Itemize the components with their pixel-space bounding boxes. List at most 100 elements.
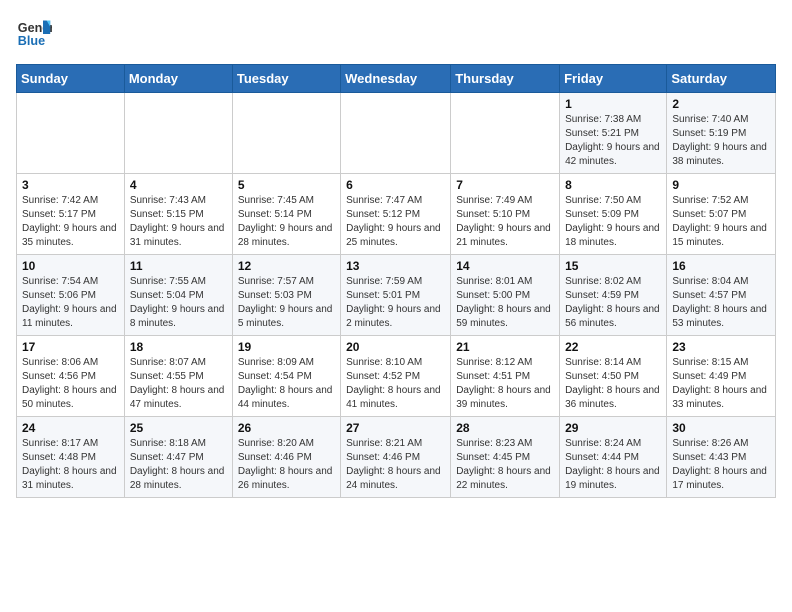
day-info: Sunrise: 8:14 AM Sunset: 4:50 PM Dayligh… xyxy=(565,356,661,412)
calendar-week-row: 1Sunrise: 7:38 AM Sunset: 5:21 PM Daylig… xyxy=(17,93,776,174)
calendar-cell: 8 Sunrise: 7:50 AM Sunset: 5:09 PM Daylig… xyxy=(560,174,667,255)
calendar-cell: 7 Sunrise: 7:49 AM Sunset: 5:10 PM Daylig… xyxy=(451,174,560,255)
day-number: 23 xyxy=(672,340,770,354)
day-info: Sunrise: 8:18 AM Sunset: 4:47 PM Dayligh… xyxy=(130,437,227,493)
calendar-cell: 29 Sunrise: 8:24 AM Sunset: 4:44 PM Dayli… xyxy=(560,417,667,498)
calendar-cell: 22Sunrise: 8:14 AM Sunset: 4:50 PM Dayli… xyxy=(560,336,667,417)
calendar-cell: 15 Sunrise: 8:02 AM Sunset: 4:59 PM Dayli… xyxy=(560,255,667,336)
header-monday: Monday xyxy=(124,65,232,93)
day-info: Sunrise: 8:24 AM Sunset: 4:44 PM Dayligh… xyxy=(565,437,661,493)
day-number: 30 xyxy=(672,421,770,435)
calendar-cell: 10Sunrise: 7:54 AM Sunset: 5:06 PM Dayli… xyxy=(17,255,125,336)
day-info: Sunrise: 8:17 AM Sunset: 4:48 PM Dayligh… xyxy=(22,437,119,493)
calendar-cell xyxy=(451,93,560,174)
day-number: 28 xyxy=(456,421,554,435)
calendar-cell: 20 Sunrise: 8:10 AM Sunset: 4:52 PM Dayli… xyxy=(341,336,451,417)
calendar-cell: 16 Sunrise: 8:04 AM Sunset: 4:57 PM Dayli… xyxy=(667,255,776,336)
day-info: Sunrise: 8:01 AM Sunset: 5:00 PM Dayligh… xyxy=(456,275,554,331)
calendar-cell: 11Sunrise: 7:55 AM Sunset: 5:04 PM Dayli… xyxy=(124,255,232,336)
day-info: Sunrise: 8:12 AM Sunset: 4:51 PM Dayligh… xyxy=(456,356,554,412)
logo-icon: General Blue xyxy=(16,16,52,52)
calendar-table: SundayMondayTuesdayWednesdayThursdayFrid… xyxy=(16,64,776,498)
day-info: Sunrise: 7:49 AM Sunset: 5:10 PM Dayligh… xyxy=(456,194,554,250)
day-number: 15 xyxy=(565,259,661,273)
day-number: 7 xyxy=(456,178,554,192)
day-number: 3 xyxy=(22,178,119,192)
calendar-cell xyxy=(232,93,340,174)
day-info: Sunrise: 8:26 AM Sunset: 4:43 PM Dayligh… xyxy=(672,437,770,493)
calendar-cell: 12 Sunrise: 7:57 AM Sunset: 5:03 PM Dayli… xyxy=(232,255,340,336)
day-info: Sunrise: 7:50 AM Sunset: 5:09 PM Dayligh… xyxy=(565,194,661,250)
day-number: 21 xyxy=(456,340,554,354)
calendar-cell: 18 Sunrise: 8:07 AM Sunset: 4:55 PM Dayli… xyxy=(124,336,232,417)
calendar-week-row: 3 Sunrise: 7:42 AM Sunset: 5:17 PM Daylig… xyxy=(17,174,776,255)
page-header: General Blue xyxy=(16,16,776,52)
day-info: Sunrise: 7:42 AM Sunset: 5:17 PM Dayligh… xyxy=(22,194,119,250)
calendar-cell: 14 Sunrise: 8:01 AM Sunset: 5:00 PM Dayli… xyxy=(451,255,560,336)
day-info: Sunrise: 7:59 AM Sunset: 5:01 PM Dayligh… xyxy=(346,275,445,331)
calendar-cell: 6 Sunrise: 7:47 AM Sunset: 5:12 PM Daylig… xyxy=(341,174,451,255)
calendar-cell: 28 Sunrise: 8:23 AM Sunset: 4:45 PM Dayli… xyxy=(451,417,560,498)
day-info: Sunrise: 7:47 AM Sunset: 5:12 PM Dayligh… xyxy=(346,194,445,250)
day-number: 12 xyxy=(238,259,335,273)
calendar-cell: 24 Sunrise: 8:17 AM Sunset: 4:48 PM Dayli… xyxy=(17,417,125,498)
day-number: 18 xyxy=(130,340,227,354)
day-number: 20 xyxy=(346,340,445,354)
day-number: 8 xyxy=(565,178,661,192)
header-friday: Friday xyxy=(560,65,667,93)
day-number: 5 xyxy=(238,178,335,192)
calendar-header-row: SundayMondayTuesdayWednesdayThursdayFrid… xyxy=(17,65,776,93)
calendar-cell xyxy=(341,93,451,174)
day-info: Sunrise: 7:52 AM Sunset: 5:07 PM Dayligh… xyxy=(672,194,770,250)
day-info: Sunrise: 8:21 AM Sunset: 4:46 PM Dayligh… xyxy=(346,437,445,493)
day-number: 4 xyxy=(130,178,227,192)
day-number: 24 xyxy=(22,421,119,435)
day-info: Sunrise: 8:04 AM Sunset: 4:57 PM Dayligh… xyxy=(672,275,770,331)
calendar-cell: 9 Sunrise: 7:52 AM Sunset: 5:07 PM Daylig… xyxy=(667,174,776,255)
day-number: 16 xyxy=(672,259,770,273)
calendar-cell: 21 Sunrise: 8:12 AM Sunset: 4:51 PM Dayli… xyxy=(451,336,560,417)
day-number: 11 xyxy=(130,259,227,273)
day-number: 14 xyxy=(456,259,554,273)
header-sunday: Sunday xyxy=(17,65,125,93)
calendar-cell: 30 Sunrise: 8:26 AM Sunset: 4:43 PM Dayli… xyxy=(667,417,776,498)
day-info: Sunrise: 7:43 AM Sunset: 5:15 PM Dayligh… xyxy=(130,194,227,250)
day-number: 17 xyxy=(22,340,119,354)
day-number: 2 xyxy=(672,97,770,111)
day-info: Sunrise: 8:02 AM Sunset: 4:59 PM Dayligh… xyxy=(565,275,661,331)
day-info: Sunrise: 8:23 AM Sunset: 4:45 PM Dayligh… xyxy=(456,437,554,493)
calendar-cell xyxy=(124,93,232,174)
calendar-cell: 3 Sunrise: 7:42 AM Sunset: 5:17 PM Daylig… xyxy=(17,174,125,255)
calendar-week-row: 10Sunrise: 7:54 AM Sunset: 5:06 PM Dayli… xyxy=(17,255,776,336)
day-info: Sunrise: 8:15 AM Sunset: 4:49 PM Dayligh… xyxy=(672,356,770,412)
header-tuesday: Tuesday xyxy=(232,65,340,93)
day-number: 9 xyxy=(672,178,770,192)
day-info: Sunrise: 8:20 AM Sunset: 4:46 PM Dayligh… xyxy=(238,437,335,493)
calendar-cell: 1Sunrise: 7:38 AM Sunset: 5:21 PM Daylig… xyxy=(560,93,667,174)
day-number: 26 xyxy=(238,421,335,435)
header-wednesday: Wednesday xyxy=(341,65,451,93)
calendar-cell: 4 Sunrise: 7:43 AM Sunset: 5:15 PM Daylig… xyxy=(124,174,232,255)
calendar-cell: 19Sunrise: 8:09 AM Sunset: 4:54 PM Dayli… xyxy=(232,336,340,417)
header-thursday: Thursday xyxy=(451,65,560,93)
day-info: Sunrise: 7:38 AM Sunset: 5:21 PM Dayligh… xyxy=(565,113,661,169)
day-info: Sunrise: 7:57 AM Sunset: 5:03 PM Dayligh… xyxy=(238,275,335,331)
calendar-week-row: 17Sunrise: 8:06 AM Sunset: 4:56 PM Dayli… xyxy=(17,336,776,417)
calendar-cell: 25Sunrise: 8:18 AM Sunset: 4:47 PM Dayli… xyxy=(124,417,232,498)
day-info: Sunrise: 7:54 AM Sunset: 5:06 PM Dayligh… xyxy=(22,275,119,331)
day-info: Sunrise: 7:45 AM Sunset: 5:14 PM Dayligh… xyxy=(238,194,335,250)
calendar-cell: 13Sunrise: 7:59 AM Sunset: 5:01 PM Dayli… xyxy=(341,255,451,336)
day-info: Sunrise: 8:07 AM Sunset: 4:55 PM Dayligh… xyxy=(130,356,227,412)
header-saturday: Saturday xyxy=(667,65,776,93)
svg-text:Blue: Blue xyxy=(18,34,45,48)
day-number: 29 xyxy=(565,421,661,435)
calendar-cell xyxy=(17,93,125,174)
calendar-cell: 27 Sunrise: 8:21 AM Sunset: 4:46 PM Dayli… xyxy=(341,417,451,498)
day-number: 6 xyxy=(346,178,445,192)
calendar-cell: 5 Sunrise: 7:45 AM Sunset: 5:14 PM Daylig… xyxy=(232,174,340,255)
day-number: 27 xyxy=(346,421,445,435)
calendar-cell: 26 Sunrise: 8:20 AM Sunset: 4:46 PM Dayli… xyxy=(232,417,340,498)
day-info: Sunrise: 8:09 AM Sunset: 4:54 PM Dayligh… xyxy=(238,356,335,412)
day-info: Sunrise: 8:10 AM Sunset: 4:52 PM Dayligh… xyxy=(346,356,445,412)
calendar-week-row: 24 Sunrise: 8:17 AM Sunset: 4:48 PM Dayli… xyxy=(17,417,776,498)
